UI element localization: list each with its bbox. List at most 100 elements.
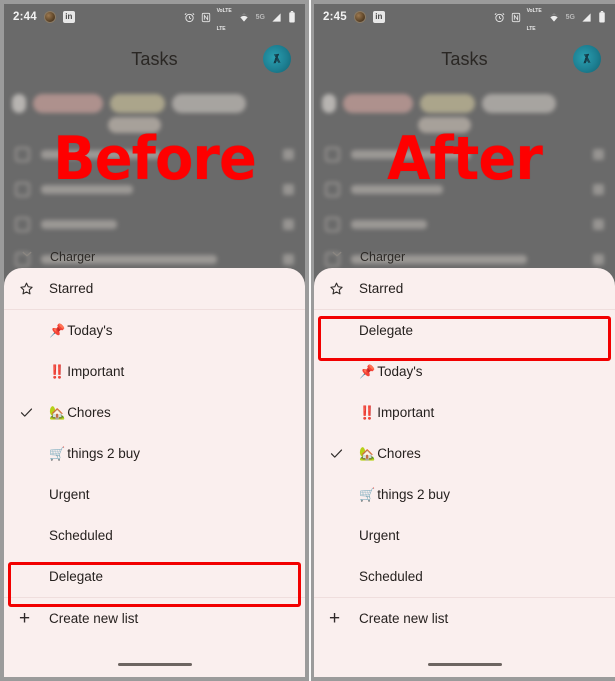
menu-item-label: Today's — [377, 364, 423, 379]
filter-chip — [343, 94, 413, 113]
bottom-sheet-content: Starred Delegate 📌 Today's ‼️ Important 🏡 Chore… — [314, 268, 615, 677]
annotation-label-after: After — [387, 124, 543, 194]
alarm-icon — [494, 12, 505, 23]
list-emoji-icon: 🛒 — [359, 487, 376, 502]
check-icon — [19, 405, 49, 420]
page-title: Tasks — [441, 48, 488, 69]
account-avatar[interactable] — [573, 45, 601, 73]
profile-photo-icon — [353, 11, 366, 23]
menu-item-label: Important — [67, 364, 125, 379]
status-bar: 2:45 in VoLTE LTE 5G — [314, 4, 615, 32]
filter-chip — [172, 94, 246, 113]
menu-item-label: Important — [377, 405, 435, 420]
filter-chip — [322, 94, 336, 113]
panel-separator — [309, 0, 311, 681]
home-indicator[interactable] — [427, 663, 502, 666]
create-new-list-label: Create new list — [359, 611, 449, 626]
list-menu-item-urgent[interactable]: Urgent — [314, 515, 615, 556]
status-time: 2:44 — [13, 11, 37, 23]
list-menu-item-today-s[interactable]: 📌 Today's — [314, 351, 615, 392]
list-menu-item-delegate[interactable]: Delegate — [314, 310, 615, 351]
app-bar: Tasks — [4, 30, 305, 88]
page-title: Tasks — [131, 48, 178, 69]
task-group-label: Charger — [50, 250, 96, 264]
list-menu-item-chores[interactable]: 🏡 Chores — [314, 433, 615, 474]
linkedin-icon: in — [62, 11, 75, 23]
menu-item-label: Scheduled — [359, 569, 423, 584]
filter-chip — [12, 94, 26, 113]
list-menu-item-urgent[interactable]: Urgent — [4, 474, 305, 515]
5g-icon: 5G — [255, 13, 265, 21]
list-menu-item-scheduled[interactable]: Scheduled — [4, 515, 305, 556]
profile-photo-icon — [43, 11, 56, 23]
filter-chip — [482, 94, 556, 113]
list-menu-item-things-2-buy[interactable]: 🛒 things 2 buy — [4, 433, 305, 474]
account-avatar[interactable] — [263, 45, 291, 73]
menu-item-label: things 2 buy — [377, 487, 450, 502]
signal-icon — [271, 12, 282, 23]
list-picker-bottom-sheet: Starred Delegate 📌 Today's ‼️ Important 🏡 Chore… — [314, 268, 615, 677]
list-menu-item-delegate[interactable]: Delegate — [4, 556, 305, 597]
plus-icon: + — [19, 608, 31, 629]
plus-icon: + — [329, 608, 341, 629]
menu-item-label: Urgent — [49, 487, 90, 502]
list-emoji-icon: 🏡 — [359, 446, 376, 461]
list-emoji-icon: 🏡 — [49, 405, 66, 420]
list-menu-item-things-2-buy[interactable]: 🛒 things 2 buy — [314, 474, 615, 515]
chevron-down-icon — [332, 244, 342, 257]
menu-item-label: things 2 buy — [67, 446, 140, 461]
filter-chip-row — [4, 88, 305, 117]
status-bar-left: 2:45 in — [323, 11, 385, 23]
check-icon — [329, 446, 359, 461]
nfc-icon — [511, 12, 521, 23]
5g-icon: 5G — [565, 13, 575, 21]
annotation-label-before: Before — [53, 124, 257, 194]
menu-item-label: Delegate — [359, 323, 414, 338]
chevron-down-icon — [22, 244, 32, 257]
battery-icon — [288, 11, 296, 23]
task-group-label: Charger — [360, 250, 406, 264]
list-emoji-icon: 📌 — [49, 323, 66, 338]
list-menu-item-today-s[interactable]: 📌 Today's — [4, 310, 305, 351]
signal-icon — [581, 12, 592, 23]
nfc-icon — [201, 12, 211, 23]
list-menu-item-scheduled[interactable]: Scheduled — [314, 556, 615, 597]
wifi-icon — [238, 12, 250, 23]
battery-icon — [598, 11, 606, 23]
list-menu-item-chores[interactable]: 🏡 Chores — [4, 392, 305, 433]
list-menu-item-starred[interactable]: Starred — [314, 268, 615, 309]
home-indicator[interactable] — [117, 663, 192, 666]
list-emoji-icon: 📌 — [359, 364, 376, 379]
list-picker-bottom-sheet: Starred 📌 Today's ‼️ Important 🏡 Chores 🛒 things… — [4, 268, 305, 677]
menu-item-label: Starred — [359, 281, 404, 296]
menu-item-label: Scheduled — [49, 528, 113, 543]
filter-chip-row — [314, 88, 615, 117]
comparison-stage: 2:44 in VoLTE LTE 5G Tasks Charger Befor… — [0, 0, 615, 681]
task-row — [4, 207, 305, 242]
list-menu-item-starred[interactable]: Starred — [4, 268, 305, 309]
list-menu-item-important[interactable]: ‼️ Important — [314, 392, 615, 433]
status-bar: 2:44 in VoLTE LTE 5G — [4, 4, 305, 32]
status-bar-left: 2:44 in — [13, 11, 75, 23]
menu-item-label: Chores — [67, 405, 111, 420]
filter-chip — [420, 94, 475, 113]
alarm-icon — [184, 12, 195, 23]
app-bar: Tasks — [314, 30, 615, 88]
wifi-icon — [548, 12, 560, 23]
list-emoji-icon: ‼️ — [359, 405, 376, 420]
linkedin-icon: in — [372, 11, 385, 23]
phone-screenshot-after: 2:45 in VoLTE LTE 5G Tasks Charger After… — [314, 4, 615, 677]
menu-item-label: Starred — [49, 281, 94, 296]
menu-item-label: Urgent — [359, 528, 400, 543]
task-row — [314, 207, 615, 242]
create-new-list-button[interactable]: + Create new list — [4, 598, 305, 639]
phone-screenshot-before: 2:44 in VoLTE LTE 5G Tasks Charger Befor… — [4, 4, 305, 677]
create-new-list-label: Create new list — [49, 611, 139, 626]
create-new-list-button[interactable]: + Create new list — [314, 598, 615, 639]
list-emoji-icon: 🛒 — [49, 446, 66, 461]
star-icon — [329, 281, 359, 296]
menu-item-label: Delegate — [49, 569, 104, 584]
list-emoji-icon: ‼️ — [49, 364, 66, 379]
filter-chip — [33, 94, 103, 113]
list-menu-item-important[interactable]: ‼️ Important — [4, 351, 305, 392]
